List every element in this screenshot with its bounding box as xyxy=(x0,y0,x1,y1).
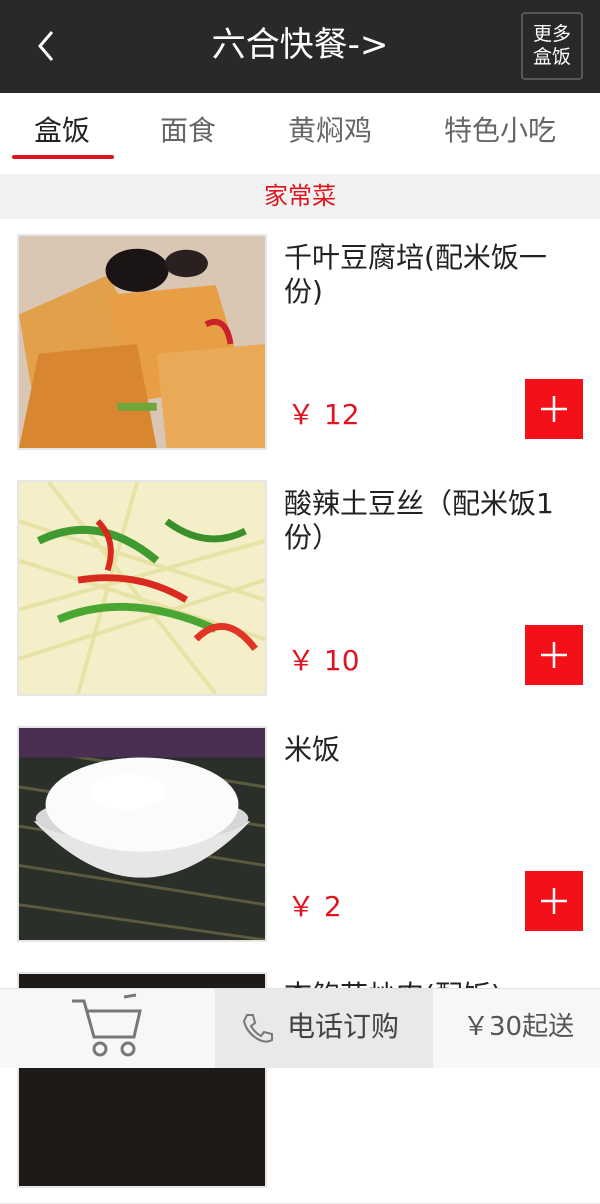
bottom-bar: 电话订购 ￥30起送 xyxy=(0,988,600,1068)
dish-name: 米饭 xyxy=(284,733,341,766)
page-title: 六合快餐-> xyxy=(211,25,389,65)
phone-icon xyxy=(239,1011,275,1047)
plus-icon xyxy=(541,888,567,914)
add-to-cart-button[interactable] xyxy=(525,625,583,685)
tab-braised-chicken[interactable]: 黄焖鸡 xyxy=(288,111,372,151)
add-to-cart-button[interactable] xyxy=(525,871,583,931)
tab-boxed-meal[interactable]: 盒饭 xyxy=(34,111,90,151)
dish-price: ￥ 10 xyxy=(287,644,360,677)
tab-snacks[interactable]: 特色小吃 xyxy=(444,111,556,151)
dish-price: ￥ 2 xyxy=(287,890,342,923)
dish-image xyxy=(17,480,267,696)
category-header: 家常菜 xyxy=(0,174,600,219)
tab-noodles[interactable]: 面食 xyxy=(160,111,216,151)
list-item[interactable]: 酸辣土豆丝（配米饭1份） ￥ 10 xyxy=(0,465,600,712)
dish-price: ￥ 12 xyxy=(287,398,360,431)
cart-icon[interactable] xyxy=(70,991,146,1063)
phone-order-button[interactable]: 电话订购 xyxy=(215,989,433,1068)
dish-image xyxy=(17,726,267,942)
dish-name: 酸辣土豆丝（配米饭1份） xyxy=(284,487,554,554)
add-to-cart-button[interactable] xyxy=(525,379,583,439)
header-bar: 六合快餐-> 更多 盒饭 xyxy=(0,0,600,93)
phone-order-label: 电话订购 xyxy=(287,1010,400,1043)
plus-icon xyxy=(541,396,567,422)
more-boxed-meals-button[interactable]: 更多 盒饭 xyxy=(521,12,583,80)
dish-image xyxy=(17,234,267,450)
dish-name: 千叶豆腐培(配米饭一份) xyxy=(284,241,547,308)
active-tab-indicator xyxy=(12,155,114,159)
minimum-order-text: ￥30起送 xyxy=(463,1012,575,1042)
list-item[interactable]: 千叶豆腐培(配米饭一份) ￥ 12 xyxy=(0,219,600,466)
plus-icon xyxy=(541,642,567,668)
list-item[interactable]: 米饭 ￥ 2 xyxy=(0,711,600,958)
tab-bar: 盒饭 面食 黄焖鸡 特色小吃 xyxy=(0,93,600,173)
